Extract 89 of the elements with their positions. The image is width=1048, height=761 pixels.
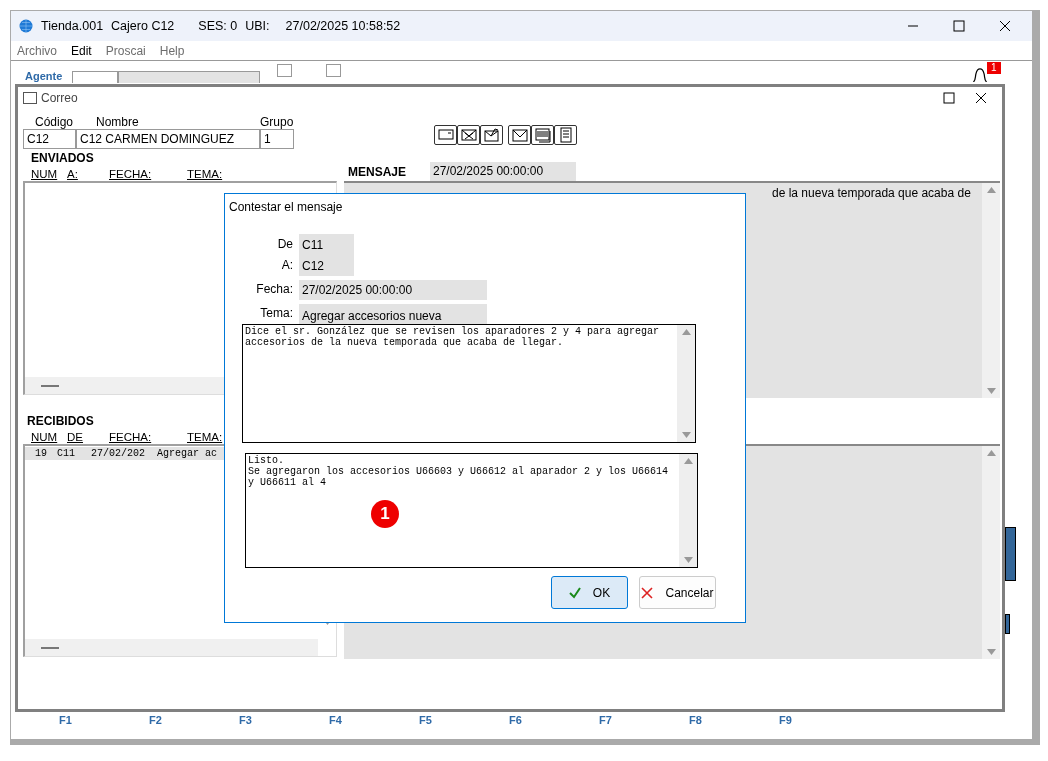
scroll-up-icon[interactable] — [683, 458, 693, 464]
function-key-label[interactable]: F5 — [419, 712, 509, 729]
scroll-down-icon[interactable] — [986, 388, 996, 394]
date-field: 27/02/2025 00:00:00 — [299, 280, 487, 300]
text-field[interactable]: C12 — [23, 129, 76, 149]
toolbar-button[interactable] — [457, 125, 480, 145]
column-header[interactable]: A: — [67, 167, 78, 181]
section-heading: ENVIADOS — [30, 150, 95, 167]
message-date-field: 27/02/2025 00:00:00 — [430, 162, 576, 181]
notification-count: 1 — [987, 62, 1001, 74]
field-label: Grupo — [260, 115, 294, 129]
function-key-label[interactable]: F1 — [59, 712, 149, 729]
field-label: Nombre — [95, 115, 140, 129]
checkbox[interactable] — [277, 64, 292, 77]
maximize-icon — [943, 92, 955, 104]
documents-icon — [532, 126, 553, 144]
text-field[interactable]: 1 — [260, 129, 294, 149]
close-icon — [975, 92, 987, 104]
toolbar-button[interactable] — [434, 125, 457, 145]
message-text: de la nueva temporada que acaba de — [772, 185, 971, 202]
cashier-label: Cajero C12 — [111, 17, 175, 35]
section-heading: RECIBIDOS — [26, 413, 95, 430]
scroll-up-icon[interactable] — [986, 187, 996, 193]
table-cell-text: Agregar ac — [157, 447, 218, 460]
column-header[interactable]: NUM — [31, 167, 58, 181]
function-key-label[interactable]: F4 — [329, 712, 419, 729]
column-header[interactable]: FECHA: — [109, 167, 152, 181]
side-button[interactable] — [1005, 527, 1016, 581]
table-cell-text: 27/02/202 — [91, 447, 146, 460]
location-label: UBI: — [245, 17, 270, 35]
function-key-label[interactable]: F6 — [509, 712, 599, 729]
scrollbar[interactable] — [982, 183, 1000, 398]
scrollbar[interactable] — [25, 639, 318, 656]
function-key-label[interactable]: F2 — [149, 712, 239, 729]
datetime-label: 27/02/2025 10:58:52 — [285, 17, 401, 35]
function-key-label[interactable]: F9 — [779, 712, 869, 729]
cancel-button[interactable]: Cancelar — [639, 576, 716, 609]
ok-button[interactable]: OK — [551, 576, 628, 609]
table-cell-text: C11 — [57, 447, 76, 460]
envelope-icon — [509, 126, 530, 144]
field-label: Fecha: — [256, 282, 293, 296]
column-header[interactable]: FECHA: — [109, 430, 152, 444]
scrollbar-grip-icon[interactable] — [41, 646, 59, 649]
scrollbar-grip-icon[interactable] — [41, 384, 59, 387]
field-label: Código — [34, 115, 75, 129]
toolbar-button[interactable] — [480, 125, 503, 145]
field-label: A: — [281, 258, 293, 272]
window-title: Correo — [41, 90, 78, 107]
session-label: SES: 0 — [198, 17, 238, 35]
side-button[interactable] — [1005, 614, 1010, 634]
window-title: Tienda.001 — [41, 17, 104, 35]
scroll-down-icon[interactable] — [683, 557, 693, 563]
field-label: De — [277, 237, 293, 251]
text-field[interactable]: C12 CARMEN DOMINGUEZ — [76, 129, 260, 149]
dialog-title: Contestar el mensaje — [228, 199, 344, 216]
maximize-icon — [953, 20, 965, 32]
scroll-down-icon[interactable] — [986, 649, 996, 655]
from-value: C11 — [302, 236, 325, 254]
field-label: Tema: — [260, 306, 293, 320]
window-icon — [23, 92, 37, 104]
table-cell-text: 19 — [34, 447, 47, 460]
scroll-down-icon[interactable] — [681, 432, 691, 438]
checkbox[interactable] — [326, 64, 341, 77]
agent-name-field[interactable] — [118, 71, 260, 83]
scroll-up-icon[interactable] — [986, 450, 996, 456]
toolbar-button[interactable] — [554, 125, 577, 145]
column-header[interactable]: NUM — [31, 430, 58, 444]
column-header[interactable]: TEMA: — [187, 430, 223, 444]
envelope-icon — [458, 126, 479, 144]
column-header[interactable]: TEMA: — [187, 167, 223, 181]
check-icon — [568, 586, 581, 599]
column-header[interactable]: DE — [67, 430, 83, 444]
subject-field: Agregar accesorios nueva — [299, 304, 487, 324]
function-key-label[interactable]: F7 — [599, 712, 689, 729]
scroll-up-icon[interactable] — [681, 329, 691, 335]
close-icon — [999, 20, 1011, 32]
cross-icon — [641, 586, 654, 599]
toolbar-button[interactable] — [531, 125, 554, 145]
globe-icon — [19, 19, 33, 33]
scrollbar[interactable] — [982, 446, 1000, 659]
original-message-field: Dice el sr. González que se revisen los aparadores 2 y 4 para agregar accesorios de la nueva temporada que acaba de llegar. — [242, 324, 696, 443]
menu-item[interactable]: Edit — [71, 41, 92, 60]
envelope-icon — [481, 126, 502, 144]
agent-label: Agente — [25, 70, 63, 82]
message-heading: MENSAJE — [348, 164, 407, 181]
toolbar-button[interactable] — [508, 125, 531, 145]
to-value: C12 — [302, 257, 325, 275]
function-key-label[interactable]: F3 — [239, 712, 329, 729]
function-key-label[interactable]: F8 — [689, 712, 779, 729]
